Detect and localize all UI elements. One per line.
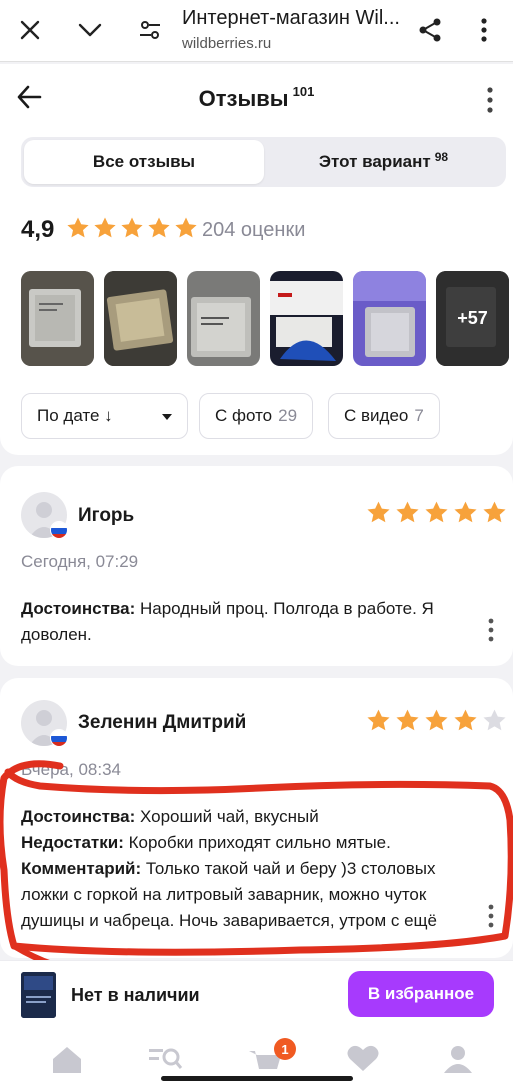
catalog-search-icon[interactable]	[147, 1043, 183, 1073]
sort-dropdown[interactable]: По дате ↓	[21, 393, 188, 439]
cons-line: Недостатки: Коробки приходят сильно мяты…	[21, 830, 481, 856]
star-icon	[425, 501, 448, 523]
tab-this-variant-label: Этот вариант	[318, 152, 431, 171]
reviews-scope-toggle: Все отзывы Этот вариант 98	[21, 137, 506, 187]
sort-label: По дате ↓	[37, 406, 113, 425]
favorites-heart-icon[interactable]	[345, 1043, 381, 1073]
star-icon	[396, 709, 419, 731]
average-rating: 4,9	[21, 216, 55, 243]
review-menu-icon[interactable]	[486, 902, 496, 932]
ratings-count: 204 оценки	[202, 219, 306, 241]
page-url[interactable]: wildberries.ru	[182, 35, 271, 52]
review-date: Сегодня, 07:29	[21, 552, 139, 571]
cart-badge: 1	[274, 1038, 296, 1060]
home-indicator	[161, 1076, 353, 1081]
stock-status: Нет в наличии	[71, 985, 200, 1005]
reviews-heading: Отзывы 101	[0, 84, 513, 112]
review-photo[interactable]	[21, 271, 94, 366]
pros-label: Достоинства:	[21, 599, 136, 618]
comment-label: Комментарий:	[21, 859, 142, 878]
site-settings-icon[interactable]	[134, 14, 166, 46]
chevron-down-icon[interactable]	[74, 14, 106, 46]
filter-video-count: 7	[414, 406, 424, 425]
reviews-heading-count: 101	[292, 84, 315, 99]
star-icon	[454, 709, 477, 731]
filter-photo-count: 29	[278, 406, 298, 425]
star-icon	[367, 501, 390, 523]
page-title: Интернет-магазин Wil...	[182, 7, 400, 29]
review-stars	[366, 500, 507, 525]
comment-line: Комментарий: Только такой чай и беру )3 …	[21, 856, 481, 932]
caret-down-icon	[162, 414, 172, 420]
filter-video-label: С видео	[344, 406, 409, 425]
cons-label: Недостатки:	[21, 833, 124, 852]
star-icon	[367, 709, 390, 731]
reviews-heading-label: Отзывы	[198, 86, 289, 111]
tab-all-reviews-label: Все отзывы	[92, 152, 196, 171]
star-icon	[148, 217, 170, 238]
add-to-favorites-button[interactable]: В избранное	[348, 971, 494, 1017]
review-author: Зеленин Дмитрий	[78, 712, 247, 733]
star-icon	[175, 217, 197, 238]
pros-text: Хороший чай, вкусный	[140, 807, 319, 826]
flag-ru-icon	[50, 521, 68, 539]
cons-text: Коробки приходят сильно мятые.	[128, 833, 391, 852]
more-photos-count: +57	[457, 308, 488, 328]
review-text: Достоинства: Народный проц. Полгода в ра…	[21, 596, 471, 648]
profile-icon[interactable]	[440, 1043, 476, 1073]
review-author: Игорь	[78, 505, 135, 526]
filter-photo-label: С фото	[215, 406, 273, 425]
more-options-icon[interactable]	[480, 84, 500, 116]
review-photo[interactable]	[270, 271, 343, 366]
browser-toolbar: Интернет-магазин Wil... wildberries.ru	[0, 0, 513, 62]
star-icon	[454, 501, 477, 523]
flag-ru-icon	[50, 729, 68, 747]
review-photo[interactable]	[353, 271, 426, 366]
star-icon	[67, 217, 89, 238]
close-icon[interactable]	[14, 14, 46, 46]
overflow-menu-icon[interactable]	[468, 14, 500, 46]
star-empty-icon	[483, 709, 506, 731]
star-icon	[483, 501, 506, 523]
star-icon	[396, 501, 419, 523]
share-icon[interactable]	[414, 14, 446, 46]
more-photos-button[interactable]: +57	[436, 271, 509, 366]
star-icon	[121, 217, 143, 238]
filter-with-photo[interactable]: С фото 29	[199, 393, 314, 439]
summary-stars	[66, 216, 198, 240]
pros-label: Достоинства:	[21, 807, 136, 826]
star-icon	[94, 217, 116, 238]
review-stars	[366, 708, 507, 733]
review-date: Вчера, 08:34	[21, 760, 121, 779]
filter-with-video[interactable]: С видео 7	[328, 393, 440, 439]
home-icon[interactable]	[49, 1043, 85, 1073]
tab-all-reviews[interactable]: Все отзывы	[24, 140, 264, 184]
review-menu-icon[interactable]	[486, 616, 496, 646]
review-photos: +57	[21, 271, 509, 366]
star-icon	[425, 709, 448, 731]
review-text: Достоинства: Хороший чай, вкусный Недост…	[21, 804, 481, 932]
product-thumbnail[interactable]	[21, 972, 56, 1018]
tab-this-variant-count: 98	[434, 150, 449, 164]
pros-line: Достоинства: Хороший чай, вкусный	[21, 804, 481, 830]
review-photo[interactable]	[104, 271, 177, 366]
review-photo[interactable]	[187, 271, 260, 366]
tab-this-variant[interactable]: Этот вариант 98	[264, 140, 503, 184]
